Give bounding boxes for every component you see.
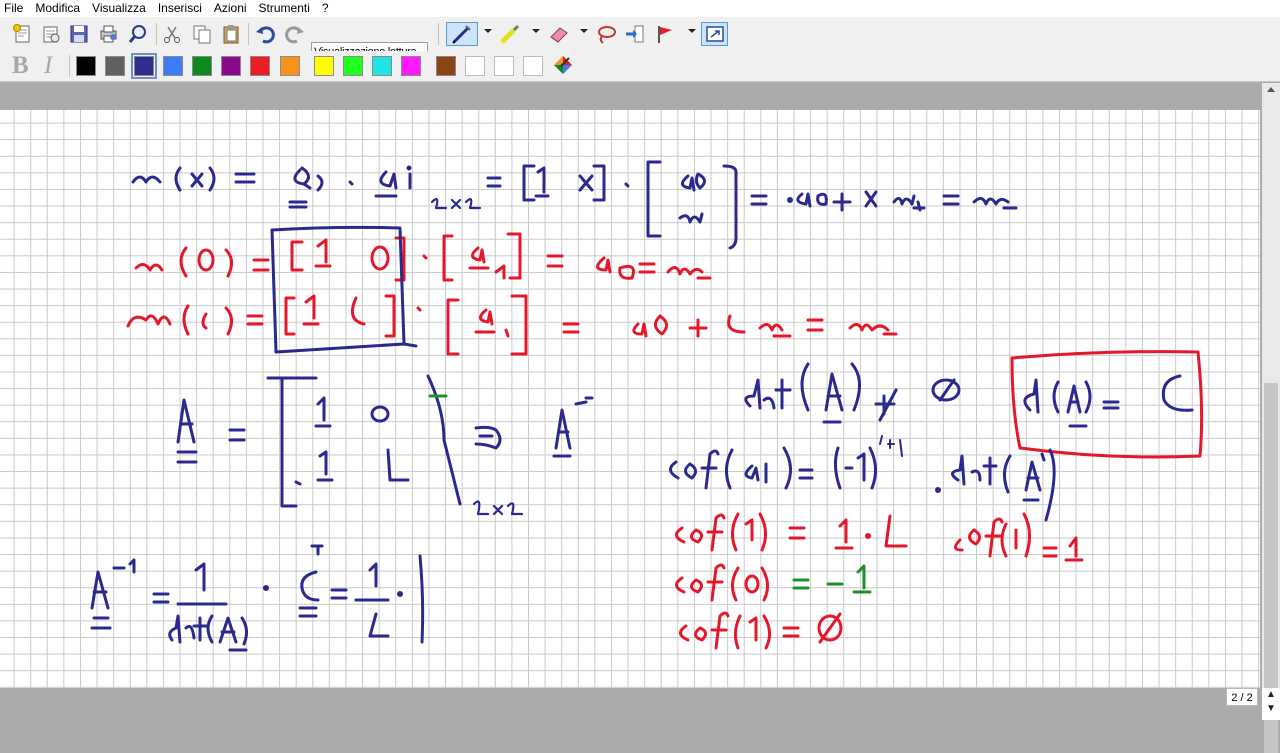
- cut-icon[interactable]: [160, 22, 184, 46]
- menu-visualizza[interactable]: Visualizza: [86, 0, 152, 17]
- menu-inserisci[interactable]: Inserisci: [152, 0, 208, 17]
- highlighter-dropdown-icon[interactable]: [532, 29, 540, 33]
- equation-line-3: [126, 294, 898, 356]
- color-swatch[interactable]: [76, 56, 96, 76]
- flag-dropdown-icon[interactable]: [688, 29, 696, 33]
- save-icon[interactable]: [67, 22, 91, 46]
- zoom-icon[interactable]: [126, 22, 150, 46]
- menu-file[interactable]: File: [0, 0, 29, 17]
- pen-icon[interactable]: [446, 22, 478, 46]
- undo-icon[interactable]: [253, 22, 277, 46]
- color-swatch[interactable]: [280, 56, 300, 76]
- status-bar: [0, 688, 1224, 720]
- flag-icon[interactable]: [653, 22, 677, 46]
- highlighter-icon[interactable]: [498, 22, 522, 46]
- color-swatch[interactable]: [250, 56, 270, 76]
- main-toolbar: Visualizzazione lettura: [0, 17, 1280, 61]
- color-swatch[interactable]: [221, 56, 241, 76]
- redo-icon[interactable]: [283, 22, 307, 46]
- copy-icon[interactable]: [190, 22, 214, 46]
- menu-bar: File Modifica Visualizza Inserisci Azion…: [0, 0, 1280, 17]
- eraser-icon[interactable]: [547, 22, 571, 46]
- cofactor-results: [675, 512, 1084, 650]
- color-swatch[interactable]: [465, 56, 485, 76]
- determinant-line: [744, 362, 961, 424]
- note-page[interactable]: [0, 110, 1260, 688]
- paste-icon[interactable]: [219, 22, 243, 46]
- color-swatch[interactable]: [105, 56, 125, 76]
- previous-page-icon[interactable]: ▲: [1266, 690, 1276, 700]
- open-icon[interactable]: [39, 22, 63, 46]
- color-swatch[interactable]: [523, 56, 543, 76]
- color-swatch[interactable]: [494, 56, 514, 76]
- page-indicator: 2 / 2: [1226, 688, 1258, 706]
- scroll-up-icon[interactable]: [1267, 87, 1275, 92]
- handwritten-notes: [90, 160, 1204, 652]
- bold-button[interactable]: B: [12, 52, 29, 80]
- color-swatch[interactable]: [436, 56, 456, 76]
- menu-modifica[interactable]: Modifica: [29, 0, 86, 17]
- insert-space-icon[interactable]: [623, 22, 647, 46]
- cofactor-green-values: [428, 394, 872, 594]
- boxed-result: [1010, 350, 1204, 459]
- inverse-formula: [90, 544, 425, 652]
- italic-button[interactable]: I: [44, 52, 52, 80]
- menu-strumenti[interactable]: Strumenti: [253, 0, 316, 17]
- matrix-A-definition: [176, 374, 594, 516]
- color-swatch[interactable]: [163, 56, 183, 76]
- cofactor-formula: [669, 435, 1056, 522]
- eraser-dropdown-icon[interactable]: [580, 29, 588, 33]
- color-swatch[interactable]: [401, 56, 421, 76]
- next-page-icon[interactable]: ▼: [1266, 704, 1276, 714]
- print-icon[interactable]: [96, 22, 120, 46]
- equation-line-2: [134, 232, 712, 282]
- color-swatch[interactable]: [192, 56, 212, 76]
- color-swatch[interactable]: [131, 53, 157, 79]
- menu-azioni[interactable]: Azioni: [208, 0, 253, 17]
- color-swatch[interactable]: [343, 56, 363, 76]
- menu-help[interactable]: ?: [316, 0, 335, 17]
- color-picker-icon[interactable]: [551, 53, 575, 77]
- fit-window-icon[interactable]: [701, 22, 728, 46]
- pen-dropdown-icon[interactable]: [484, 29, 492, 33]
- color-swatch[interactable]: [372, 56, 392, 76]
- new-page-icon[interactable]: [10, 22, 34, 46]
- vertical-scrollbar[interactable]: [1262, 83, 1280, 753]
- lasso-icon[interactable]: [594, 22, 618, 46]
- color-swatch[interactable]: [314, 56, 334, 76]
- page-navigation: ▲ ▼: [1262, 688, 1280, 720]
- equation-line-1: [131, 160, 1018, 250]
